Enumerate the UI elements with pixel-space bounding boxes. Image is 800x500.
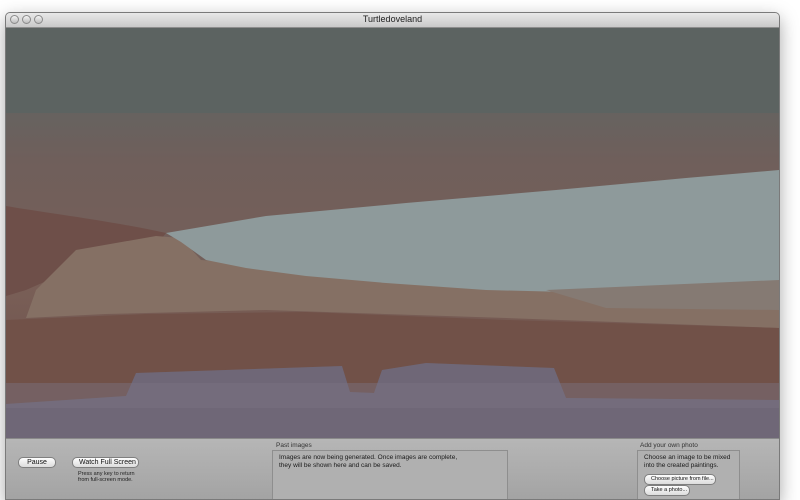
app-window: Turtledoveland Pause Watch Full Screen P…	[5, 12, 780, 500]
own-photo-message-line1: Choose an image to be mixed	[644, 454, 731, 461]
generated-painting	[6, 28, 779, 438]
choose-picture-from-file-button[interactable]: Choose picture from file...	[644, 474, 716, 485]
window-title: Turtledoveland	[362, 14, 423, 24]
control-panel: Pause Watch Full Screen Press any key to…	[6, 438, 779, 499]
watch-full-screen-button[interactable]: Watch Full Screen	[72, 457, 139, 468]
pause-button[interactable]: Pause	[18, 457, 56, 468]
past-images-message-line2: they will be shown here and can be saved…	[279, 462, 402, 469]
upper-band	[6, 28, 779, 113]
past-images-heading: Past images	[276, 442, 312, 449]
own-photo-heading: Add your own photo	[640, 442, 698, 449]
own-photo-message-line2: into the created paintings.	[644, 462, 719, 469]
take-a-photo-button[interactable]: Take a photo...	[644, 485, 690, 496]
own-photo-box: Choose an image to be mixed into the cre…	[637, 450, 740, 499]
title-bar: Turtledoveland	[6, 13, 779, 28]
fullscreen-hint-line2: from full-screen mode.	[78, 477, 133, 483]
past-images-message-line1: Images are now being generated. Once ima…	[279, 454, 458, 461]
haze-band	[6, 383, 779, 408]
past-images-box[interactable]: Images are now being generated. Once ima…	[272, 450, 508, 499]
